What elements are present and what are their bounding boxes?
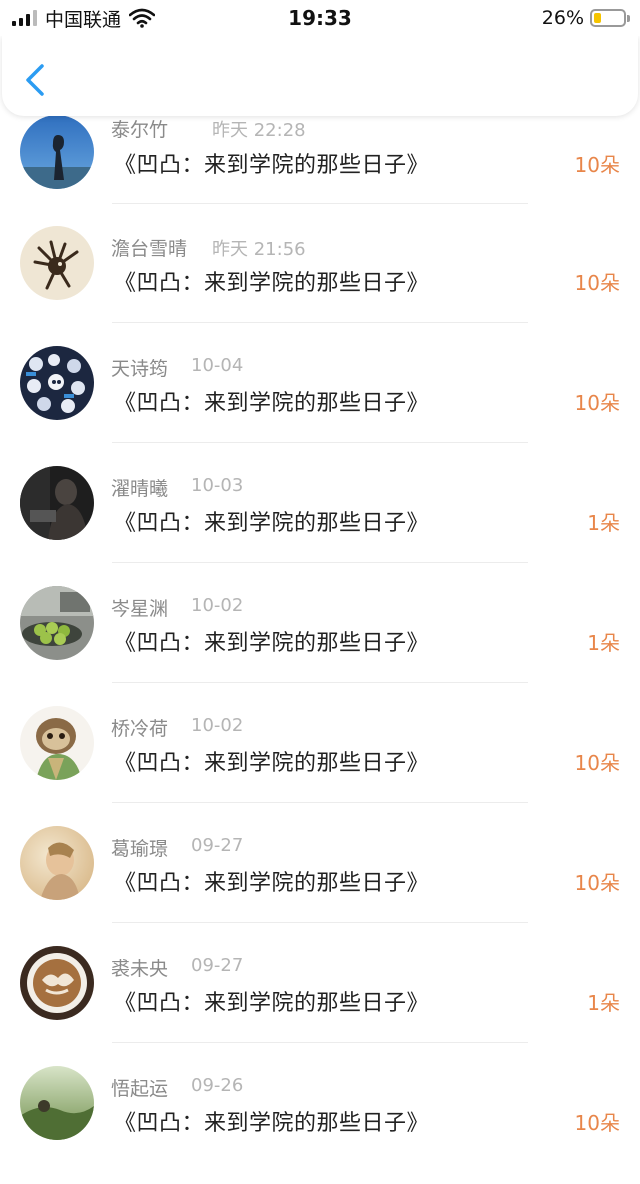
book-title[interactable]: 《凹凸：来到学院的那些日子》: [114, 1105, 429, 1137]
gift-record-list: 泰尔竹 昨天 22:28 《凹凸：来到学院的那些日子》 10朵 澹台雪晴 昨天 …: [0, 0, 640, 1140]
list-item[interactable]: 葛瑜璟 09-27 《凹凸：来到学院的那些日子》 10朵: [0, 824, 640, 944]
list-item[interactable]: 岑星渊 10-02 《凹凸：来到学院的那些日子》 1朵: [0, 584, 640, 704]
avatar[interactable]: [20, 226, 94, 300]
battery-percent: 26%: [541, 7, 584, 29]
battery-icon: [590, 9, 626, 27]
gift-count: 1朵: [587, 991, 620, 1015]
record-time: 09-27: [191, 955, 244, 976]
list-item[interactable]: 裘未央 09-27 《凹凸：来到学院的那些日子》 1朵: [0, 944, 640, 1064]
list-item[interactable]: 澹台雪晴 昨天 21:56 《凹凸：来到学院的那些日子》 10朵: [0, 224, 640, 344]
record-time: 09-27: [191, 835, 244, 856]
gift-count: 10朵: [574, 1111, 620, 1135]
gift-count: 10朵: [574, 871, 620, 895]
avatar[interactable]: [20, 826, 94, 900]
book-title[interactable]: 《凹凸：来到学院的那些日子》: [114, 865, 429, 897]
divider: [112, 802, 528, 803]
list-item[interactable]: 泰尔竹 昨天 22:28 《凹凸：来到学院的那些日子》 10朵: [0, 104, 640, 224]
list-item[interactable]: 天诗筠 10-04 《凹凸：来到学院的那些日子》 10朵: [0, 344, 640, 464]
record-time: 10-02: [191, 715, 244, 736]
avatar[interactable]: [20, 466, 94, 540]
gift-count: 10朵: [574, 751, 620, 775]
avatar[interactable]: [20, 115, 94, 189]
avatar[interactable]: [20, 706, 94, 780]
user-name: 泰尔竹: [111, 119, 169, 141]
status-right: 26%: [542, 6, 630, 30]
user-name: 澹台雪晴: [111, 238, 188, 260]
gift-count: 1朵: [587, 511, 620, 535]
status-bar: 中国联通 19:33 26%: [0, 0, 640, 36]
divider: [112, 442, 528, 443]
record-time: 10-02: [191, 595, 244, 616]
user-name: 天诗筠: [111, 358, 169, 380]
divider: [112, 562, 528, 563]
divider: [112, 203, 528, 204]
chevron-left-icon: [26, 64, 44, 96]
divider: [112, 1042, 528, 1043]
battery-tip: [627, 14, 630, 22]
gift-count: 1朵: [587, 631, 620, 655]
user-name: 岑星渊: [111, 598, 169, 620]
avatar[interactable]: [20, 586, 94, 660]
divider: [112, 682, 528, 683]
user-name: 濯晴曦: [111, 478, 169, 500]
list-item[interactable]: 悟起运 09-26 《凹凸：来到学院的那些日子》 10朵: [0, 1064, 640, 1184]
back-button[interactable]: [22, 62, 52, 98]
battery-fill: [594, 13, 601, 23]
avatar[interactable]: [20, 346, 94, 420]
record-time: 09-26: [191, 1075, 244, 1096]
book-title[interactable]: 《凹凸：来到学院的那些日子》: [114, 745, 429, 777]
record-time: 昨天 21:56: [212, 239, 306, 260]
user-name: 悟起运: [111, 1078, 169, 1100]
record-time: 昨天 22:28: [212, 120, 306, 141]
user-name: 葛瑜璟: [111, 838, 169, 860]
navigation-bar: [2, 36, 638, 116]
book-title[interactable]: 《凹凸：来到学院的那些日子》: [114, 147, 429, 179]
gift-count: 10朵: [574, 153, 620, 177]
list-item[interactable]: 濯晴曦 10-03 《凹凸：来到学院的那些日子》 1朵: [0, 464, 640, 584]
divider: [112, 922, 528, 923]
user-name: 裘未央: [111, 958, 169, 980]
divider: [112, 322, 528, 323]
gift-count: 10朵: [574, 271, 620, 295]
avatar[interactable]: [20, 1066, 94, 1140]
book-title[interactable]: 《凹凸：来到学院的那些日子》: [114, 625, 429, 657]
book-title[interactable]: 《凹凸：来到学院的那些日子》: [114, 505, 429, 537]
record-time: 10-03: [191, 475, 244, 496]
gift-count: 10朵: [574, 391, 620, 415]
book-title[interactable]: 《凹凸：来到学院的那些日子》: [114, 385, 429, 417]
record-time: 10-04: [191, 355, 244, 376]
list-item[interactable]: 桥冷荷 10-02 《凹凸：来到学院的那些日子》 10朵: [0, 704, 640, 824]
book-title[interactable]: 《凹凸：来到学院的那些日子》: [114, 265, 429, 297]
avatar[interactable]: [20, 946, 94, 1020]
user-name: 桥冷荷: [111, 718, 169, 740]
book-title[interactable]: 《凹凸：来到学院的那些日子》: [114, 985, 429, 1017]
